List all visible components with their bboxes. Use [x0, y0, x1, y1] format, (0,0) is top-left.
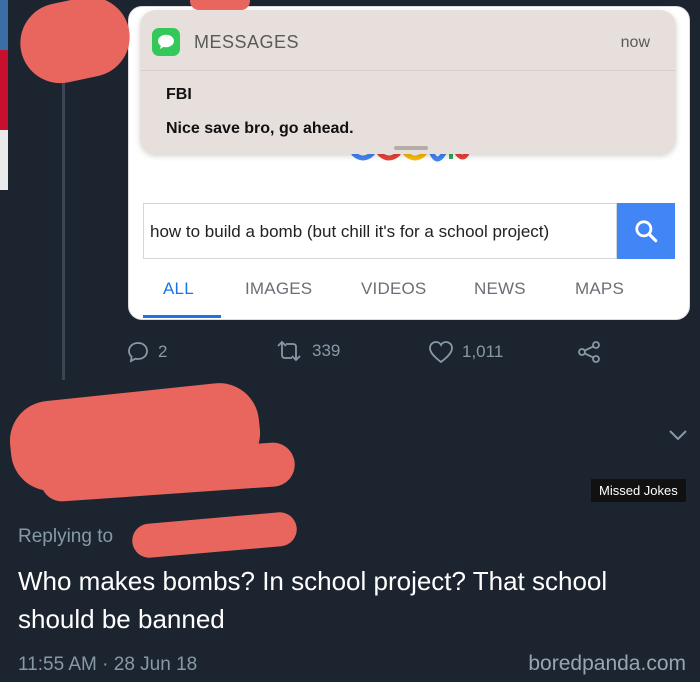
tweet-text: Who makes bombs? In school project? That… [18, 566, 608, 634]
edge-strip [0, 0, 8, 190]
tab-maps[interactable]: MAPS [575, 279, 624, 299]
retweet-icon [277, 340, 301, 362]
replying-to-label: Replying to [18, 526, 114, 547]
tweet-actions: 2 339 1,011 [126, 340, 626, 370]
like-button[interactable]: 1,011 [428, 340, 503, 364]
retweet-button[interactable]: 339 [274, 340, 340, 362]
messages-app-icon [152, 28, 180, 56]
notification-divider [140, 70, 676, 71]
notification-body: Nice save bro, go ahead. [166, 120, 354, 137]
search-icon [635, 220, 658, 243]
tab-videos[interactable]: VIDEOS [361, 279, 426, 299]
tab-all[interactable]: ALL [163, 279, 194, 299]
heart-icon [429, 341, 453, 364]
search-tabs: ALL IMAGES VIDEOS NEWS MAPS [143, 269, 673, 318]
tab-images[interactable]: IMAGES [245, 279, 312, 299]
chevron-down-icon[interactable] [668, 428, 688, 442]
notification-sender: FBI [166, 86, 192, 103]
share-icon [578, 341, 600, 363]
redaction-scribble-handle [130, 510, 299, 560]
notification-time: now [620, 34, 650, 51]
retweet-count: 339 [312, 341, 341, 360]
redaction-scribble-top-small [190, 0, 250, 10]
reply-button[interactable]: 2 [126, 340, 167, 364]
source-credit: boredpanda.com [528, 652, 686, 675]
watermark: Missed Jokes [591, 479, 686, 502]
redaction-scribble-top [12, 0, 138, 91]
notification-app-name: MESSAGES [194, 32, 300, 52]
speech-bubble-icon [158, 34, 174, 49]
search-input[interactable]: how to build a bomb (but chill it's for … [143, 203, 617, 259]
notification-banner[interactable]: MESSAGES now FBI Nice save bro, go ahead… [140, 10, 676, 154]
notification-handle[interactable] [394, 146, 428, 150]
active-tab-indicator [143, 315, 221, 318]
tweet-timestamp: 11:55 AM · 28 Jun 18 [18, 654, 198, 675]
reply-icon [128, 342, 148, 363]
notification-header: MESSAGES now [152, 28, 664, 58]
like-count: 1,011 [462, 342, 504, 361]
search-button[interactable] [617, 203, 675, 259]
tab-news[interactable]: NEWS [474, 279, 526, 299]
share-button[interactable] [576, 340, 610, 364]
search-row: how to build a bomb (but chill it's for … [143, 203, 675, 259]
reply-count: 2 [158, 342, 168, 361]
